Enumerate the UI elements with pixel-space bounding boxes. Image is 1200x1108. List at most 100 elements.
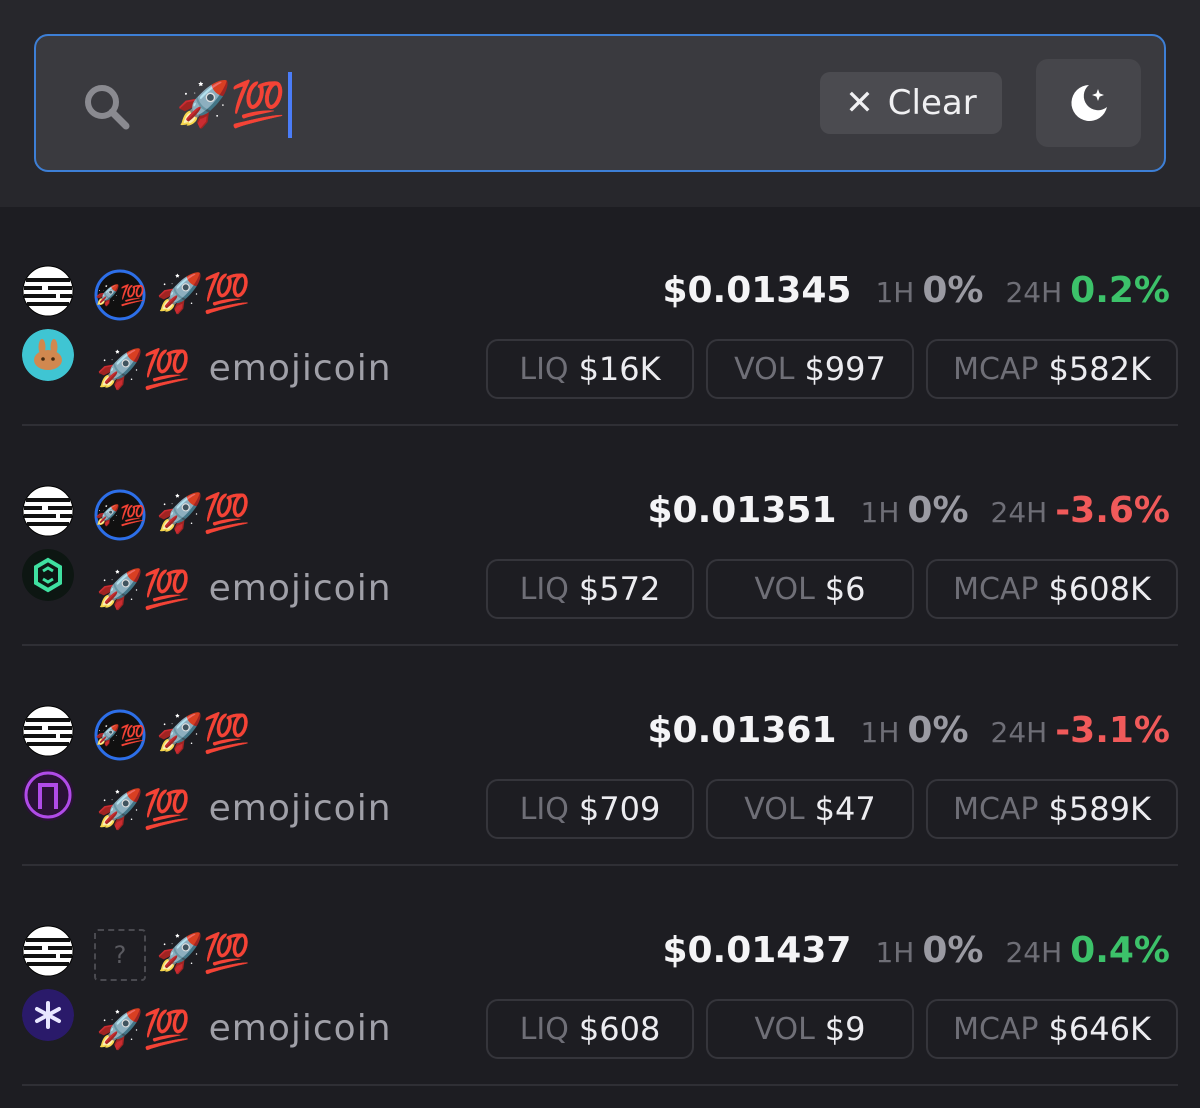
price-line: $0.01351 1H 0% 24H -3.6% [647,485,1170,537]
volume-badge: VOL $997 [706,339,914,399]
search-value[interactable]: 🚀💯 [176,72,292,138]
mcap-value: $582K [1048,350,1151,388]
search-header: 🚀💯 ✕ Clear [0,0,1200,207]
moon-star-icon [1070,85,1107,121]
token-symbol: 🚀💯 [156,491,251,535]
token-symbol: 🚀💯 [156,271,251,315]
rocket-100-icon: 🚀💯 [94,709,146,761]
vol-value: $997 [804,350,886,388]
liquidity-badge: LIQ $16K [486,339,694,399]
aptos-chain-icon [22,705,74,757]
mcap-label: MCAP [953,351,1039,387]
aptos-chain-icon [22,265,74,317]
pair-label: 🚀💯 emojicoin [96,339,392,399]
h24-label: 24H [990,716,1048,749]
vol-label: VOL [754,571,815,607]
aptos-chain-icon [22,925,74,977]
h1-label: 1H [860,496,900,529]
h1-label: 1H [860,716,900,749]
liquidity-badge: LIQ $709 [486,779,694,839]
vol-value: $47 [814,790,876,828]
mcap-value: $608K [1048,570,1151,608]
close-icon: ✕ [845,83,874,123]
price-line: $0.01361 1H 0% 24H -3.1% [647,705,1170,757]
base-name: emojicoin [208,1008,392,1049]
h1-change: 0% [922,270,984,311]
search-value-text: 🚀💯 [176,79,286,130]
svg-text:🚀💯: 🚀💯 [95,283,145,307]
market-cap-badge: MCAP $608K [926,559,1178,619]
base-symbol: 🚀💯 [96,347,191,391]
vol-label: VOL [754,1011,815,1047]
liq-value: $572 [578,570,661,608]
text-caret [287,72,292,138]
row-divider [22,644,1178,646]
row-divider [22,864,1178,866]
cellana-icon [22,549,74,601]
h24-change: -3.6% [1055,490,1170,531]
result-row[interactable]: 🚀💯 🚀💯 🚀💯 emojicoin $0.01345 1H 0% 24H 0.… [0,207,1200,427]
volume-badge: VOL $9 [706,999,914,1059]
mcap-label: MCAP [953,791,1039,827]
clear-button[interactable]: ✕ Clear [820,72,1002,134]
result-row[interactable]: 🚀💯 🚀💯 🚀💯 emojicoin $0.01351 1H 0% 24H -3… [0,427,1200,647]
vol-value: $9 [824,1010,866,1048]
svg-text:🚀💯: 🚀💯 [95,723,145,747]
pair-label: 🚀💯 emojicoin [96,559,392,619]
svg-text:🚀💯: 🚀💯 [95,503,145,527]
clear-button-label: Clear [887,83,977,123]
base-symbol: 🚀💯 [96,567,191,611]
h24-label: 24H [1005,936,1063,969]
mcap-value: $646K [1048,1010,1151,1048]
price-line: $0.01437 1H 0% 24H 0.4% [662,925,1170,977]
mcap-value: $589K [1048,790,1151,828]
pair-label: 🚀💯 emojicoin [96,999,392,1059]
h1-change: 0% [907,490,969,531]
result-row[interactable]: ? 🚀💯 🚀💯 emojicoin $0.01437 1H 0% 24H 0.4… [0,867,1200,1087]
h24-label: 24H [990,496,1048,529]
token-symbol: 🚀💯 [156,711,251,755]
market-cap-badge: MCAP $582K [926,339,1178,399]
aptos-chain-icon [22,485,74,537]
vol-label: VOL [744,791,805,827]
h1-change: 0% [907,710,969,751]
liq-label: LIQ [519,571,569,607]
base-name: emojicoin [208,568,392,609]
h1-label: 1H [875,936,915,969]
row-divider [22,424,1178,426]
h24-change: 0.2% [1070,270,1170,311]
base-name: emojicoin [208,788,392,829]
market-cap-badge: MCAP $589K [926,779,1178,839]
market-cap-badge: MCAP $646K [926,999,1178,1059]
liquidity-badge: LIQ $608 [486,999,694,1059]
tapp-icon [22,989,74,1041]
vol-label: VOL [734,351,795,387]
price: $0.01437 [662,930,852,971]
volume-badge: VOL $6 [706,559,914,619]
liq-label: LIQ [519,791,569,827]
liquidity-badge: LIQ $572 [486,559,694,619]
price: $0.01345 [662,270,852,311]
mcap-label: MCAP [953,1011,1039,1047]
token-symbol: 🚀💯 [156,931,251,975]
search-icon [85,85,130,130]
price: $0.01351 [647,490,837,531]
rocket-100-icon: 🚀💯 [94,489,146,541]
theme-toggle-button[interactable] [1036,59,1141,147]
price-line: $0.01345 1H 0% 24H 0.2% [662,265,1170,317]
search-input[interactable]: 🚀💯 ✕ Clear [34,34,1166,172]
liq-value: $16K [578,350,661,388]
liq-label: LIQ [519,1011,569,1047]
row-divider [22,1084,1178,1086]
base-symbol: 🚀💯 [96,1007,191,1051]
h1-label: 1H [875,276,915,309]
pancakeswap-icon [22,329,74,381]
price: $0.01361 [647,710,837,751]
result-row[interactable]: 🚀💯 🚀💯 🚀💯 emojicoin $0.01361 1H 0% 24H -3… [0,647,1200,867]
pair-label: 🚀💯 emojicoin [96,779,392,839]
vol-value: $6 [824,570,866,608]
mcap-label: MCAP [953,571,1039,607]
base-symbol: 🚀💯 [96,787,191,831]
volume-badge: VOL $47 [706,779,914,839]
liq-label: LIQ [519,351,569,387]
